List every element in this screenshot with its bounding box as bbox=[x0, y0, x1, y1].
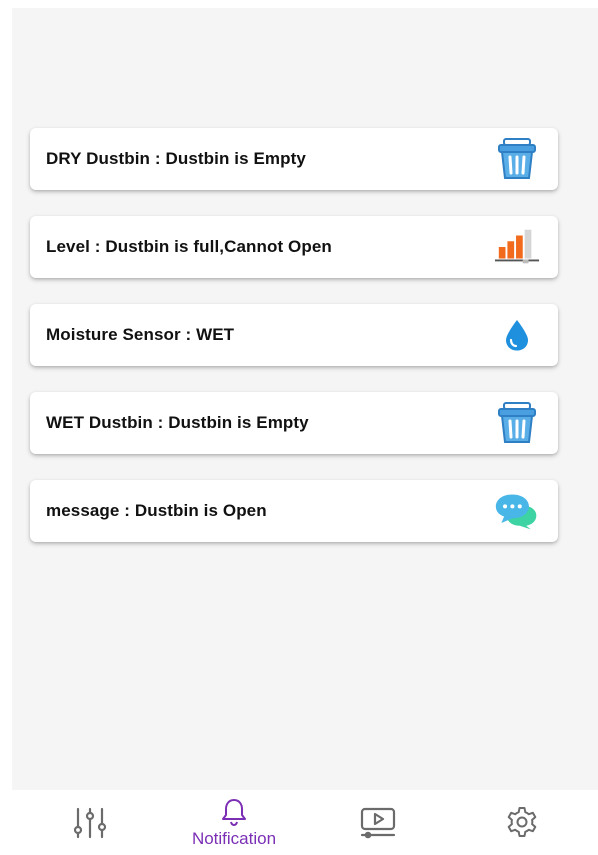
video-player-icon bbox=[358, 806, 398, 840]
notification-text: WET Dustbin : Dustbin is Empty bbox=[46, 413, 309, 432]
nav-controls[interactable] bbox=[64, 790, 116, 855]
notification-card-wet-dustbin[interactable]: WET Dustbin : Dustbin is Empty bbox=[30, 392, 558, 454]
bottom-navigation: Notification bbox=[0, 790, 598, 855]
sliders-icon bbox=[71, 806, 109, 840]
notification-text: Moisture Sensor : WET bbox=[46, 325, 235, 344]
notification-card-message[interactable]: message : Dustbin is Open bbox=[30, 480, 558, 542]
level-bars-icon bbox=[494, 224, 540, 270]
notification-card-moisture[interactable]: Moisture Sensor : WET bbox=[30, 304, 558, 366]
notification-text: DRY Dustbin : Dustbin is Empty bbox=[46, 149, 306, 168]
trash-bin-icon bbox=[494, 400, 540, 446]
water-drop-icon bbox=[494, 312, 540, 358]
notification-list: DRY Dustbin : Dustbin is Empty Level : D… bbox=[30, 128, 558, 568]
nav-settings[interactable] bbox=[496, 790, 548, 855]
notification-text: Level : Dustbin is full,Cannot Open bbox=[46, 237, 332, 256]
notification-card-level[interactable]: Level : Dustbin is full,Cannot Open bbox=[30, 216, 558, 278]
trash-bin-icon bbox=[494, 136, 540, 182]
gear-icon bbox=[504, 805, 540, 841]
notification-text: message : Dustbin is Open bbox=[46, 501, 267, 520]
nav-video[interactable] bbox=[352, 790, 404, 855]
nav-notification-label: Notification bbox=[191, 828, 277, 848]
notification-card-dry-dustbin[interactable]: DRY Dustbin : Dustbin is Empty bbox=[30, 128, 558, 190]
bell-icon bbox=[219, 797, 249, 827]
chat-bubble-icon bbox=[494, 488, 540, 534]
nav-notification[interactable]: Notification bbox=[170, 790, 298, 855]
